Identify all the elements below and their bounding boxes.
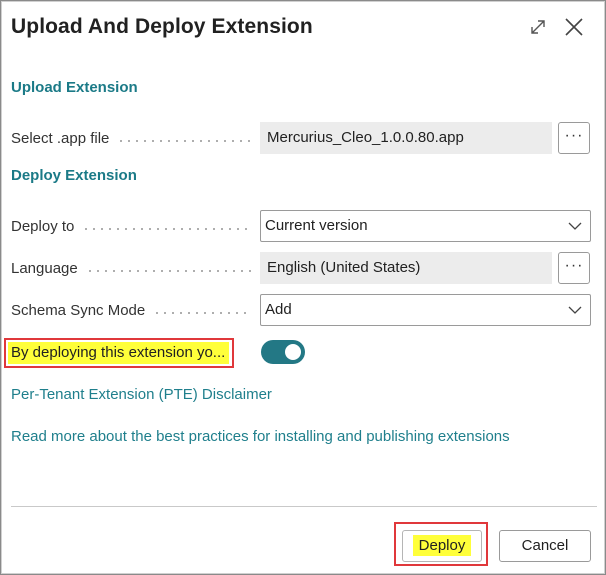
language-value: English (United States) xyxy=(260,252,552,284)
dialog-title: Upload And Deploy Extension xyxy=(11,15,313,38)
toggle-knob xyxy=(285,344,301,360)
select-app-file-label-text: Select .app file xyxy=(11,130,110,147)
deploy-to-select[interactable]: Current version xyxy=(260,210,591,242)
deploy-to-label: Deploy to xyxy=(11,215,256,239)
close-icon[interactable] xyxy=(562,15,586,39)
schema-sync-mode-label-text: Schema Sync Mode xyxy=(11,302,146,319)
cancel-button[interactable]: Cancel xyxy=(499,530,591,562)
select-app-file-value: Mercurius_Cleo_1.0.0.80.app xyxy=(260,122,552,154)
leader-dots xyxy=(117,139,252,142)
upload-deploy-dialog: Upload And Deploy Extension Upload Exten… xyxy=(0,0,606,575)
language-label-text: Language xyxy=(11,260,78,277)
schema-sync-mode-select[interactable]: Add xyxy=(260,294,591,326)
best-practices-link[interactable]: Read more about the best practices for i… xyxy=(11,428,510,445)
language-lookup-button[interactable]: ··· xyxy=(558,252,590,284)
consent-toggle[interactable] xyxy=(261,340,305,364)
select-app-file-button[interactable]: ··· xyxy=(558,122,590,154)
deploy-to-value: Current version xyxy=(265,217,368,234)
annotation-box-consent xyxy=(4,338,234,368)
pte-disclaimer-link[interactable]: Per-Tenant Extension (PTE) Disclaimer xyxy=(11,386,272,403)
section-deploy-extension: Deploy Extension xyxy=(11,167,137,184)
schema-sync-mode-value: Add xyxy=(265,301,292,318)
expand-icon[interactable] xyxy=(526,15,550,39)
leader-dots xyxy=(82,227,252,230)
select-app-file-label: Select .app file xyxy=(11,127,256,151)
schema-sync-mode-label: Schema Sync Mode xyxy=(11,299,256,323)
section-upload-extension: Upload Extension xyxy=(11,79,138,96)
chevron-down-icon xyxy=(568,222,582,230)
leader-dots xyxy=(153,311,252,314)
annotation-box-deploy xyxy=(394,522,488,566)
leader-dots xyxy=(85,269,252,272)
footer-divider xyxy=(11,506,597,507)
deploy-to-label-text: Deploy to xyxy=(11,218,75,235)
chevron-down-icon xyxy=(568,306,582,314)
language-label: Language xyxy=(11,257,256,281)
